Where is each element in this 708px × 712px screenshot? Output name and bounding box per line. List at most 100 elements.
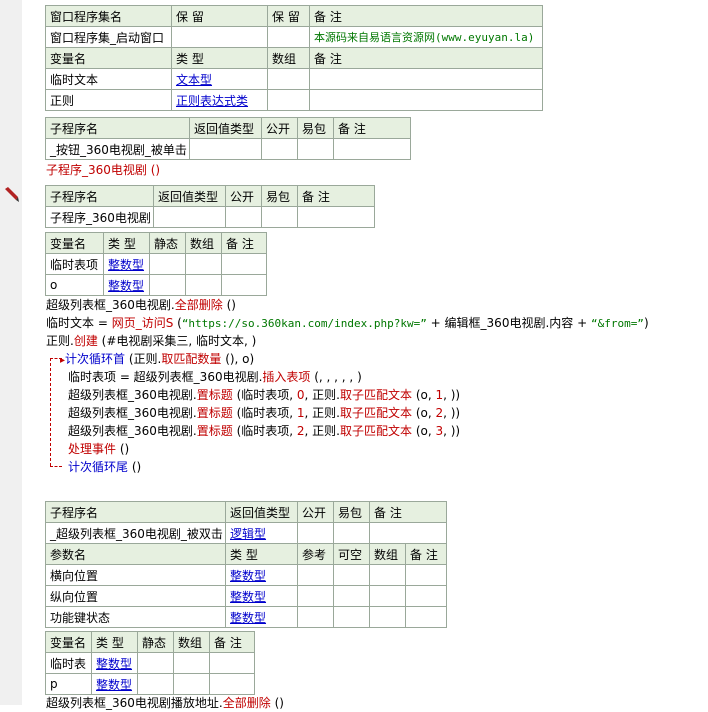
array-cell[interactable] [369,606,406,628]
nullable-flag[interactable] [333,585,370,607]
array-cell[interactable] [369,564,406,586]
sub-name[interactable]: 子程序_360电视剧 [45,206,154,228]
var-name[interactable]: p [45,673,92,695]
header-ref: 参考 [297,543,334,565]
var-note[interactable] [309,89,543,111]
var-array[interactable] [267,89,310,111]
header-return-type: 返回值类型 [225,501,298,523]
reserved-cell-2[interactable] [267,26,310,48]
public-flag[interactable] [297,522,334,544]
array-cell[interactable] [185,274,222,296]
code-line-settitle[interactable]: 超级列表框_360电视剧.置标题 (临时表项, 1, 正则.取子匹配文本 (o,… [68,404,460,422]
var-array[interactable] [267,68,310,90]
header-note: 备 注 [297,185,375,207]
param-type-link[interactable]: 整数型 [225,606,298,628]
code-args: () [128,460,142,474]
epkg-flag[interactable] [333,522,370,544]
param-type-link[interactable]: 整数型 [225,564,298,586]
header-array: 数组 [173,631,210,653]
note-cell[interactable] [405,606,447,628]
pencil-icon [5,187,19,202]
reserved-cell-1[interactable] [171,26,268,48]
code-args: () [222,298,236,312]
public-flag[interactable] [225,206,262,228]
code-func: 网页_访问S [111,316,174,330]
ref-flag[interactable] [297,606,334,628]
param-name[interactable]: 纵向位置 [45,585,226,607]
code-line-fetch[interactable]: 临时文本 = 网页_访问S (“https://so.360kan.com/in… [46,314,649,333]
sub-name[interactable]: _按钮_360电视剧_被单击 [45,138,190,160]
note-cell[interactable] [369,522,447,544]
var-type-link[interactable]: 整数型 [103,274,150,296]
note-cell[interactable] [221,253,267,275]
var-name[interactable]: 正则 [45,89,172,111]
epkg-flag[interactable] [297,138,334,160]
static-flag[interactable] [137,652,174,674]
array-cell[interactable] [173,673,210,695]
var-type-link[interactable]: 整数型 [91,673,138,695]
header-var-type: 类 型 [103,232,150,254]
header-var-type: 类 型 [91,631,138,653]
header-note: 备 注 [405,543,447,565]
code-args: (临时表项, [232,424,297,438]
var-name[interactable]: 临时表 [45,652,92,674]
var-note[interactable] [309,68,543,90]
code-method: 取子匹配文本 [339,406,412,420]
assembly-name[interactable]: 窗口程序集_启动窗口 [45,26,172,48]
note-cell[interactable] [333,138,411,160]
sub3-var-table: 变量名 类 型 静态 数组 备 注 临时表 整数型 p 整数型 [45,631,255,695]
note-cell[interactable] [221,274,267,296]
return-type-link[interactable]: 逻辑型 [225,522,298,544]
sub-name[interactable]: _超级列表框_360电视剧_被双击 [45,522,226,544]
note-cell[interactable] [209,673,255,695]
code-args: (#电视剧采集三, 临时文本, ) [97,334,257,348]
param-name[interactable]: 横向位置 [45,564,226,586]
static-flag[interactable] [137,673,174,695]
code-line-clear[interactable]: 超级列表框_360电视剧.全部删除 () [46,296,236,314]
var-name[interactable]: 临时表项 [45,253,104,275]
ref-flag[interactable] [297,585,334,607]
array-cell[interactable] [369,585,406,607]
code-args: (正则. [125,352,162,366]
code-line-call[interactable]: 子程序_360电视剧 () [46,161,160,179]
note-cell[interactable] [209,652,255,674]
code-number: 1 [435,388,444,402]
header-public: 公开 [297,501,334,523]
nullable-flag[interactable] [333,564,370,586]
array-cell[interactable] [173,652,210,674]
code-line-settitle[interactable]: 超级列表框_360电视剧.置标题 (临时表项, 2, 正则.取子匹配文本 (o,… [68,422,460,440]
param-name[interactable]: 功能键状态 [45,606,226,628]
var-type-link[interactable]: 文本型 [171,68,268,90]
nullable-flag[interactable] [333,606,370,628]
var-name[interactable]: 临时文本 [45,68,172,90]
header-nullable: 可空 [333,543,370,565]
public-flag[interactable] [261,138,298,160]
return-type[interactable] [153,206,226,228]
code-line-loop-start[interactable]: ▸计次循环首 (正则.取匹配数量 (), o) [60,350,254,370]
var-type-link[interactable]: 整数型 [91,652,138,674]
code-line-insert[interactable]: 临时表项 = 超级列表框_360电视剧.插入表项 (, , , , , ) [68,368,362,386]
var-type-link[interactable]: 整数型 [103,253,150,275]
code-line-regex-create[interactable]: 正则.创建 (#电视剧采集三, 临时文本, ) [46,332,256,350]
ref-flag[interactable] [297,564,334,586]
header-var-name: 变量名 [45,232,104,254]
static-flag[interactable] [149,253,186,275]
note-cell[interactable] [405,585,447,607]
code-args: () [116,442,130,456]
note-cell[interactable] [405,564,447,586]
code-line-clear-play[interactable]: 超级列表框_360电视剧播放地址.全部删除 () [46,694,284,712]
static-flag[interactable] [149,274,186,296]
var-name[interactable]: o [45,274,104,296]
epkg-flag[interactable] [261,206,298,228]
note-cell[interactable] [297,206,375,228]
code-line-loop-end[interactable]: 计次循环尾 () [68,458,141,476]
return-type[interactable] [189,138,262,160]
code-line-settitle[interactable]: 超级列表框_360电视剧.置标题 (临时表项, 0, 正则.取子匹配文本 (o,… [68,386,460,404]
array-cell[interactable] [185,253,222,275]
param-type-link[interactable]: 整数型 [225,585,298,607]
code-line-doevents[interactable]: 处理事件 () [68,440,129,458]
header-var-type: 类 型 [171,47,268,69]
assembly-note[interactable]: 本源码来自易语言资源网(www.eyuyan.la) [309,26,543,48]
header-note: 备 注 [209,631,255,653]
var-type-link[interactable]: 正则表达式类 [171,89,268,111]
